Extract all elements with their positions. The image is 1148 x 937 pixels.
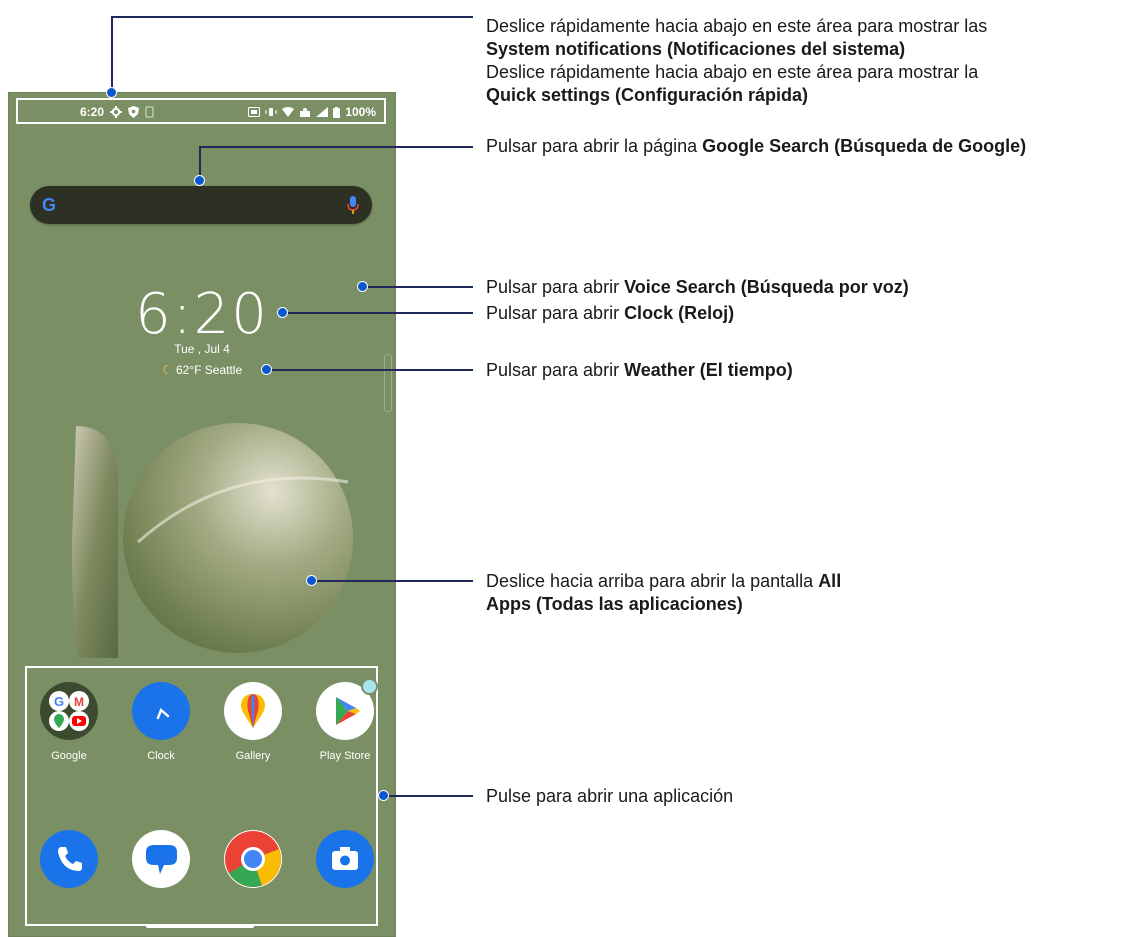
app-label: Clock: [147, 750, 175, 762]
annotation-text: Deslice rápidamente hacia abajo en este …: [486, 16, 988, 36]
leader-line: [199, 146, 473, 148]
wifi-icon: [282, 107, 295, 117]
leader-line: [111, 16, 113, 94]
gallery-icon: [224, 682, 282, 740]
annotation-text: Pulsar para abrir: [486, 277, 625, 297]
wallpaper-artwork: [72, 423, 353, 658]
annotation-voice-search: Pulsar para abrir Voice Search (Búsqueda…: [486, 276, 909, 299]
battery-percent: 100%: [345, 105, 376, 119]
clock-widget-date[interactable]: Tue , Jul 4: [8, 342, 396, 356]
annotation-all-apps: Deslice hacia arriba para abrir la panta…: [486, 570, 841, 616]
leader-dot: [357, 281, 368, 292]
leader-dot: [378, 790, 389, 801]
leader-dot: [106, 87, 117, 98]
leader-line: [283, 312, 473, 314]
vibrate-icon: [265, 108, 277, 116]
notification-dot: [361, 678, 378, 695]
app-chrome[interactable]: [213, 830, 293, 888]
annotation-bold: Google Search (Búsqueda de Google): [702, 136, 1027, 156]
annotation-bold: System notifications (Notificaciones del…: [486, 39, 906, 59]
settings-gear-icon: [110, 106, 123, 118]
annotation-weather: Pulsar para abrir Weather (El tiempo): [486, 359, 793, 382]
annotation-text: Pulsar para abrir: [486, 303, 625, 323]
status-bar[interactable]: 6:20 100%: [16, 98, 386, 124]
annotation-google-search: Pulsar para abrir la página Google Searc…: [486, 135, 1026, 158]
app-google[interactable]: G M Google: [29, 682, 109, 762]
moon-icon: ☾: [161, 363, 173, 377]
app-clock[interactable]: Clock: [121, 682, 201, 762]
sim-icon: [145, 106, 154, 118]
google-search-bar[interactable]: G: [30, 186, 372, 224]
shield-icon: [128, 106, 140, 118]
nfc-icon: [248, 107, 261, 117]
annotation-text: Pulsar para abrir la página: [486, 136, 703, 156]
svg-text:M: M: [74, 695, 84, 709]
gesture-nav-bar[interactable]: [146, 924, 254, 928]
leader-dot: [194, 175, 205, 186]
app-phone[interactable]: [29, 830, 109, 888]
annotation-text: Pulse para abrir una aplicación: [486, 786, 734, 806]
mic-icon[interactable]: [346, 194, 360, 216]
leader-dot: [277, 307, 288, 318]
weather-text: 62°F Seattle: [175, 363, 243, 377]
signal-icon: [316, 107, 329, 117]
annotation-bold: All: [818, 571, 842, 591]
annotation-text: Pulsar para abrir: [486, 360, 625, 380]
annotation-bold: Clock (Reloj): [624, 303, 735, 323]
phone-screen: 6:20 100% G 6:20 Tue , Jul 4 ☾ 62°F Seat…: [8, 92, 396, 937]
annotation-open-app: Pulse para abrir una aplicación: [486, 785, 733, 808]
camera-icon: [316, 830, 374, 888]
data-saver-icon: [300, 108, 311, 117]
leader-dot: [261, 364, 272, 375]
app-label: Gallery: [235, 750, 271, 762]
google-logo-icon: G: [42, 195, 57, 215]
play-store-icon: [316, 678, 378, 740]
app-camera[interactable]: [305, 830, 385, 888]
annotation-text: Deslice hacia arriba para abrir la panta…: [486, 571, 819, 591]
app-label: Play Store: [319, 750, 371, 762]
phone-icon: [40, 830, 98, 888]
clock-widget-time[interactable]: 6:20: [8, 282, 396, 347]
battery-icon: [333, 106, 341, 118]
leader-dot: [306, 575, 317, 586]
google-folder-icon: G M: [40, 682, 98, 740]
leader-line: [266, 369, 473, 371]
annotation-bold: Voice Search (Búsqueda por voz): [624, 277, 909, 297]
status-time: 6:20: [80, 105, 105, 119]
app-label: Google: [51, 750, 87, 762]
home-apps-area: G M Google Clock Gallery Play Store: [25, 666, 378, 926]
app-play-store[interactable]: Play Store: [305, 678, 385, 762]
app-gallery[interactable]: Gallery: [213, 682, 293, 762]
clock-icon: [132, 682, 190, 740]
annotation-bold: Weather (El tiempo): [624, 360, 793, 380]
annotation-clock: Pulsar para abrir Clock (Reloj): [486, 302, 734, 325]
leader-line: [383, 795, 473, 797]
annotation-bold: Quick settings (Configuración rápida): [486, 85, 809, 105]
messages-icon: [132, 830, 190, 888]
leader-line: [311, 580, 473, 582]
annotation-bold: Apps (Todas las aplicaciones): [486, 594, 743, 614]
annotation-notifications: Deslice rápidamente hacia abajo en este …: [486, 15, 987, 107]
leader-line: [364, 286, 473, 288]
leader-line: [111, 16, 473, 18]
edge-panel-handle[interactable]: [384, 354, 392, 412]
app-messages[interactable]: [121, 830, 201, 888]
annotation-text: Deslice rápidamente hacia abajo en este …: [486, 62, 979, 82]
svg-text:G: G: [54, 694, 64, 709]
chrome-icon: [224, 830, 282, 888]
